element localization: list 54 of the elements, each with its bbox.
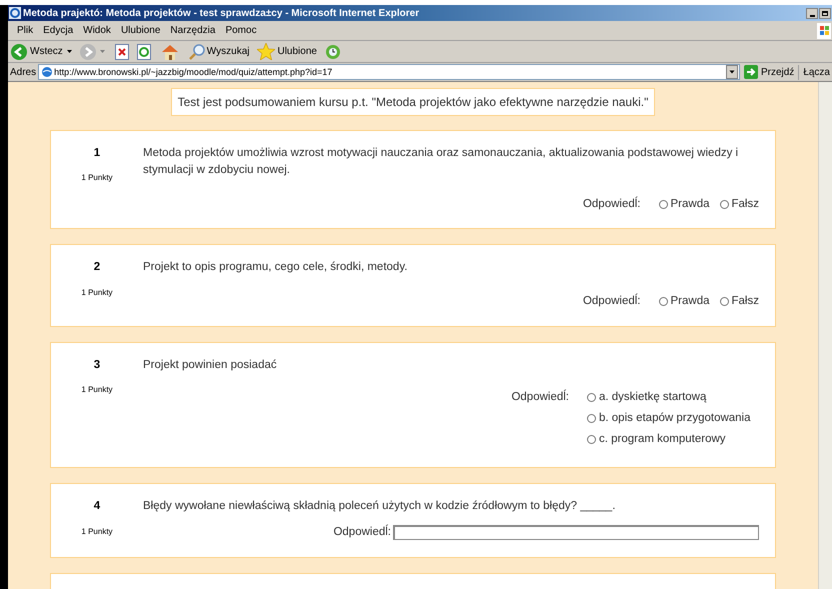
points-label: 1 Punkty [81, 526, 113, 538]
question-text: Projekt to opis programu, cego cele, środki, metody. [143, 260, 408, 276]
points-label: 1 Punkty [81, 384, 113, 396]
restore-button[interactable] [819, 8, 831, 18]
radio-option[interactable]: Fałsz [720, 293, 759, 310]
search-button[interactable]: Wyszukaj [188, 44, 250, 60]
radio-option[interactable]: Fałsz [720, 196, 759, 214]
radio-option[interactable]: c. program komputerowy [587, 431, 759, 448]
intro-note: Test jest podsumowaniem kursu p.t. "Metoda projektów jako efektywne narzędzie nauki." [170, 88, 656, 116]
address-field[interactable]: http://www.bronowski.pl/~jazzbig/moodle/mod/quiz/attempt.php?id=17 [54, 64, 726, 80]
history-icon[interactable] [324, 44, 341, 60]
radio-option[interactable]: Prawda [658, 196, 710, 214]
points-label: 1 Punkty [81, 286, 113, 298]
dropdown-button[interactable] [726, 64, 740, 80]
arrow-icon [744, 65, 758, 79]
search-icon [188, 44, 205, 60]
points-label: 1 Punkty [81, 172, 113, 184]
favorites-button[interactable]: Ulubione [257, 43, 317, 60]
question-text: Błędy wywołane niewłaściwą składnią poleceń użytych w kodzie źródłowym to błędy? _____. [143, 499, 616, 514]
refresh-icon[interactable] [136, 44, 151, 60]
answer-label: Odpowiedĺ: [582, 293, 641, 310]
answer-field[interactable] [393, 525, 759, 540]
menu-item[interactable]: Narzędzia [165, 23, 220, 38]
windows-logo-icon [817, 22, 831, 38]
menu-item[interactable]: Widok [78, 23, 116, 38]
question-text: Metoda projektów umożliwia wzrost motywacji nauczania oraz samonauczania, aktualizowania podstawowej wiedzy i stymulacji w zdobyciu nowej. [143, 146, 740, 178]
links-button[interactable]: Łącza [798, 64, 830, 80]
radio-option[interactable]: a. dyskietkę startową [587, 388, 759, 406]
question-number: 2 [94, 260, 100, 276]
address-label: Adres [10, 66, 36, 80]
menu-item[interactable]: Ulubione [116, 23, 166, 38]
home-icon[interactable] [160, 44, 179, 60]
question-text: Projekt powinien posiadać [143, 358, 278, 372]
answer-label: Odpowiedĺ: [511, 388, 569, 404]
answer-label: Odpowiedĺ: [582, 196, 641, 212]
question-number: 3 [94, 358, 100, 372]
go-button[interactable]: Przejdź [742, 64, 796, 80]
browser-icon [9, 7, 21, 19]
page-icon [38, 64, 54, 80]
back-button[interactable]: Wstecz [11, 44, 63, 60]
stop-icon[interactable] [114, 44, 129, 60]
answer-label: Odpowiedĺ: [333, 524, 391, 540]
menu-item[interactable]: Pomoc [220, 23, 262, 38]
window-title: Metoda prajektó: Metoda projektów - test sprawdza±cy - Microsoft Internet Explorer [23, 6, 420, 20]
dropdown-arrow-icon[interactable] [66, 50, 72, 53]
radio-option[interactable]: Prawda [658, 293, 710, 310]
menu-item[interactable]: Plik [12, 23, 38, 38]
minimize-button[interactable] [806, 8, 818, 18]
star-icon [257, 43, 276, 60]
menu-item[interactable]: Edycja [38, 23, 78, 38]
question-number: 4 [94, 499, 100, 514]
radio-option[interactable]: b. opis etapów przygotowania [587, 410, 759, 427]
scrollbar[interactable] [818, 82, 832, 589]
question-number: 1 [94, 146, 100, 161]
